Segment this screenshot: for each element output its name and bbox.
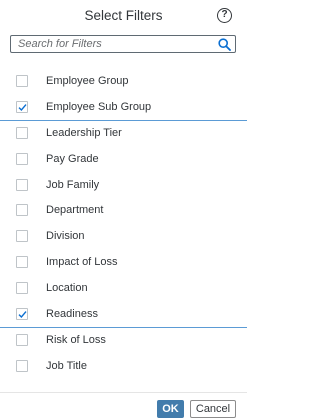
filter-label: Job Family: [46, 178, 100, 191]
filter-checkbox[interactable]: [16, 152, 28, 165]
filter-label: Risk of Loss: [46, 333, 106, 346]
filter-item[interactable]: Location: [0, 276, 247, 302]
filter-label: Department: [46, 204, 104, 217]
filter-label: Job Title: [46, 359, 87, 372]
filter-item[interactable]: Division: [0, 224, 247, 250]
search-icon[interactable]: [218, 38, 231, 51]
filter-checkbox[interactable]: [16, 333, 28, 346]
filter-label: Leadership Tier: [46, 126, 122, 139]
cancel-button[interactable]: Cancel: [190, 400, 236, 418]
checkmark-icon: [18, 311, 27, 319]
filter-item[interactable]: Risk of Loss: [0, 328, 247, 354]
filter-item[interactable]: Job Title: [0, 354, 247, 380]
filter-label: Employee Sub Group: [46, 100, 152, 113]
filter-checkbox[interactable]: [16, 204, 28, 217]
filter-item[interactable]: Pay Grade: [0, 147, 247, 173]
filter-checkbox[interactable]: [16, 282, 28, 295]
filter-item[interactable]: Department: [0, 198, 247, 224]
filter-label: Pay Grade: [46, 152, 99, 165]
filter-item[interactable]: Impact of Loss: [0, 250, 247, 276]
filter-label: Location: [46, 282, 88, 295]
filter-checkbox[interactable]: [16, 100, 28, 113]
help-icon[interactable]: ?: [217, 8, 232, 23]
filter-checkbox[interactable]: [16, 359, 28, 372]
filter-label: Impact of Loss: [46, 256, 118, 269]
ok-button[interactable]: OK: [157, 400, 184, 418]
filter-item[interactable]: Readiness: [0, 302, 247, 328]
filter-label: Employee Group: [46, 75, 129, 87]
dialog-title: Select Filters: [84, 8, 163, 23]
filter-list: Employee Group Employee Sub Group Leadersh…: [0, 69, 247, 380]
search-field[interactable]: [10, 35, 236, 53]
filter-checkbox[interactable]: [16, 308, 28, 321]
filter-label: Readiness: [46, 308, 98, 321]
search-input[interactable]: [11, 36, 211, 52]
filter-checkbox[interactable]: [16, 230, 28, 243]
filter-item[interactable]: Job Family: [0, 173, 247, 199]
dialog-header: Select Filters ?: [0, 0, 247, 32]
checkmark-icon: [18, 104, 27, 111]
filter-checkbox[interactable]: [16, 126, 28, 139]
filter-checkbox[interactable]: [16, 75, 28, 87]
filter-item[interactable]: Leadership Tier: [0, 121, 247, 147]
filter-checkbox[interactable]: [16, 256, 28, 269]
filter-item[interactable]: Employee Group: [0, 69, 247, 95]
filter-item[interactable]: Employee Sub Group: [0, 95, 247, 121]
filter-label: Division: [46, 230, 85, 243]
filter-checkbox[interactable]: [16, 178, 28, 191]
dialog-footer: OK Cancel: [0, 392, 247, 419]
